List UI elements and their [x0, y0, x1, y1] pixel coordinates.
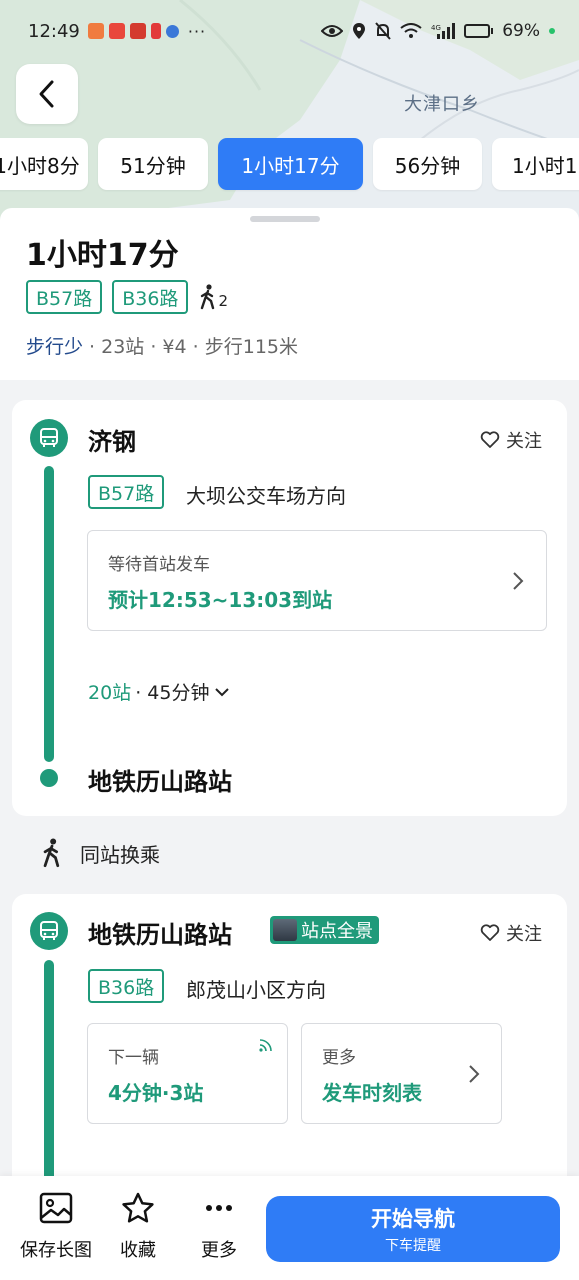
next-bus-value: 4分钟·3站	[108, 1081, 204, 1105]
bus-icon	[30, 912, 68, 950]
start-navigation-button[interactable]: 开始导航 下车提醒	[266, 1196, 560, 1262]
end-stop-name[interactable]: 地铁历山路站	[88, 762, 232, 797]
wifi-icon	[400, 23, 422, 38]
timetable-box[interactable]: 更多 发车时刻表	[301, 1023, 502, 1124]
timetable-value: 发车时刻表	[322, 1081, 422, 1105]
route-tab[interactable]: 1小时1	[492, 138, 579, 190]
privacy-indicator-icon	[549, 28, 555, 34]
alight-reminder-label: 下车提醒	[385, 1238, 441, 1254]
app-notification-icon	[150, 23, 161, 39]
map-place-label: 大津口乡	[404, 94, 480, 115]
start-navigation-label: 开始导航	[371, 1207, 455, 1231]
save-image-button[interactable]: 保存长图	[20, 1192, 92, 1262]
stations-toggle[interactable]: 20站 · 45分钟	[88, 678, 231, 705]
route-tab[interactable]: 1小时8分	[0, 138, 88, 190]
app-notification-icon	[165, 24, 179, 38]
route-tab-active[interactable]: 1小时17分	[218, 138, 363, 190]
route-meta-details: · 23站 · ¥4 · 步行115米	[83, 336, 298, 358]
drag-handle[interactable]	[250, 216, 320, 222]
status-bar: 12:49 ··· 4G 69%	[0, 0, 579, 62]
bus-segment-card: 济钢 关注 B57路 大坝公交车场方向 等待首站发车 预计12:53~13:03…	[12, 400, 567, 816]
panorama-thumbnail	[273, 919, 297, 941]
route-track	[44, 466, 54, 762]
segment-duration: · 45分钟	[135, 682, 210, 704]
walk-segments: 2	[198, 284, 228, 310]
next-bus-box[interactable]: 下一辆 4分钟·3站	[87, 1023, 288, 1124]
route-line-tags: B57路 B36路 2	[26, 280, 228, 314]
svg-text:4G: 4G	[431, 24, 441, 32]
next-bus-label: 下一辆	[108, 1048, 159, 1068]
chevron-right-icon	[513, 572, 524, 590]
transfer-row: 同站换乘	[40, 838, 160, 868]
more-dots-icon	[206, 1205, 232, 1211]
status-time: 12:49	[28, 20, 80, 42]
line-direction: 大坝公交车场方向	[186, 484, 346, 508]
star-icon	[122, 1192, 154, 1223]
signal-icon: 4G	[431, 23, 456, 39]
chevron-right-icon	[469, 1065, 480, 1083]
eta-value: 预计12:53~13:03到站	[108, 588, 333, 612]
route-highlight: 步行少	[26, 336, 84, 358]
route-tab[interactable]: 56分钟	[373, 138, 482, 190]
app-notification-icon	[129, 23, 146, 39]
heart-icon	[480, 924, 500, 941]
route-track	[44, 960, 54, 1200]
app-notification-icon	[87, 23, 104, 39]
favorite-button[interactable]: 收藏	[120, 1192, 156, 1262]
follow-button[interactable]: 关注	[480, 427, 542, 453]
arrival-info-box[interactable]: 等待首站发车 预计12:53~13:03到站	[87, 530, 547, 631]
chevron-down-icon	[215, 687, 230, 696]
line-direction: 郎茂山小区方向	[186, 978, 326, 1002]
line-tag: B36路	[112, 280, 189, 314]
follow-label: 关注	[506, 431, 542, 452]
back-button[interactable]	[16, 64, 78, 124]
location-icon	[353, 23, 366, 39]
panorama-label: 站点全景	[301, 921, 373, 942]
route-option-tabs: 1小时8分 51分钟 1小时17分 56分钟 1小时1	[0, 138, 579, 190]
battery-icon	[464, 24, 494, 38]
follow-button[interactable]: 关注	[480, 920, 542, 946]
mute-bell-icon	[375, 22, 391, 40]
more-notifications-icon: ···	[187, 21, 207, 41]
walk-count-value: 2	[218, 292, 228, 310]
start-stop-name[interactable]: 济钢	[88, 422, 136, 457]
chevron-left-icon	[39, 80, 54, 108]
line-tag[interactable]: B57路	[88, 475, 165, 509]
image-icon	[39, 1192, 73, 1224]
route-summary-panel: 1小时17分 B57路 B36路 2 步行少 · 23站 · ¥4 · 步行11…	[0, 208, 579, 380]
heart-icon	[480, 431, 500, 448]
status-icons: 4G 69%	[321, 21, 555, 41]
more-label: 更多	[201, 1240, 237, 1261]
line-tag[interactable]: B36路	[88, 969, 165, 1003]
route-tab[interactable]: 51分钟	[98, 138, 208, 190]
bus-segment-card: 地铁历山路站 站点全景 关注 B36路 郎茂山小区方向 下一辆 4分钟·3站 更…	[12, 894, 567, 1200]
line-tag: B57路	[26, 280, 103, 314]
wait-label: 等待首站发车	[108, 555, 210, 575]
bus-icon	[30, 419, 68, 457]
battery-percent: 69%	[502, 21, 540, 41]
bottom-action-bar: 保存长图 收藏 更多 开始导航 下车提醒	[0, 1176, 579, 1280]
follow-label: 关注	[506, 924, 542, 945]
transfer-label: 同站换乘	[80, 842, 160, 867]
app-notification-icon	[108, 23, 125, 39]
favorite-label: 收藏	[120, 1240, 156, 1261]
station-panorama-button[interactable]: 站点全景	[270, 916, 379, 944]
save-image-label: 保存长图	[20, 1240, 92, 1261]
route-meta: 步行少 · 23站 · ¥4 · 步行115米	[26, 332, 298, 359]
walking-person-icon	[43, 838, 60, 868]
station-count: 20站	[88, 682, 132, 704]
walking-person-icon	[201, 284, 215, 310]
start-stop-name[interactable]: 地铁历山路站	[88, 915, 232, 950]
end-stop-dot	[40, 769, 58, 787]
more-label: 更多	[322, 1048, 356, 1068]
eye-icon	[321, 25, 344, 37]
realtime-signal-icon	[259, 1039, 272, 1052]
route-duration-title: 1小时17分	[26, 238, 179, 273]
more-button[interactable]: 更多	[201, 1192, 237, 1262]
